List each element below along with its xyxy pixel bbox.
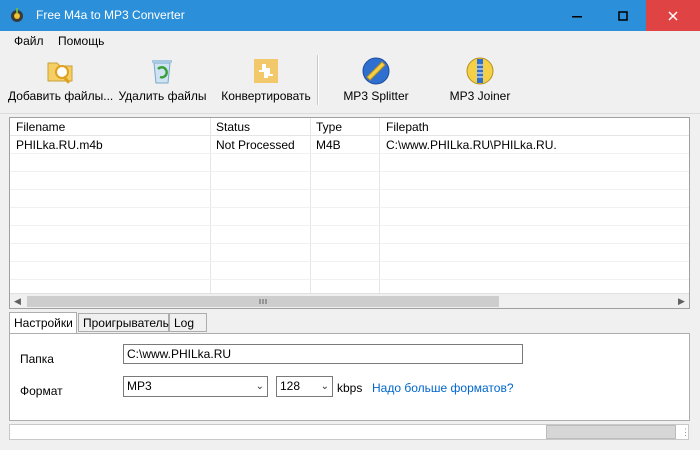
row-divider [10, 207, 689, 208]
more-formats-link[interactable]: Надо больше форматов? [372, 381, 514, 395]
header-status[interactable]: Status [216, 120, 250, 134]
row-divider [10, 279, 689, 280]
folder-input[interactable]: C:\www.PHILka.RU [123, 344, 523, 364]
title-bar: Free M4a to MP3 Converter [0, 0, 700, 31]
mp3-splitter-icon [362, 57, 390, 85]
row-divider [10, 225, 689, 226]
add-files-label: Добавить файлы... [8, 89, 114, 103]
window-title: Free M4a to MP3 Converter [36, 8, 185, 22]
toolbar-separator [317, 55, 319, 105]
format-label: Формат [20, 384, 63, 398]
folder-label: Папка [20, 352, 54, 366]
row-filename: PHILka.RU.m4b [16, 138, 103, 152]
chevron-down-icon: ⌄ [320, 381, 329, 392]
horizontal-scrollbar[interactable]: ◀ ▶ [10, 293, 689, 308]
row-divider [10, 153, 689, 154]
close-icon [668, 10, 678, 21]
mp3-joiner-button[interactable]: MP3 Joiner [440, 51, 520, 109]
progress-bar [546, 425, 676, 439]
convert-button[interactable]: Конвертировать [218, 51, 314, 109]
row-type: M4B [316, 138, 341, 152]
delete-files-icon [152, 60, 172, 84]
mp3-splitter-button[interactable]: MP3 Splitter [336, 51, 416, 109]
row-divider [10, 243, 689, 244]
menu-bar: Файл Помощь [0, 31, 700, 51]
file-list[interactable]: Filename Status Type Filepath PHILka.RU.… [9, 117, 690, 309]
format-value: MP3 [127, 379, 152, 393]
convert-label: Конвертировать [221, 89, 311, 103]
header-filepath[interactable]: Filepath [386, 120, 429, 134]
mp3-splitter-label: MP3 Splitter [343, 89, 409, 103]
row-divider [10, 189, 689, 190]
menu-help[interactable]: Помощь [58, 34, 104, 48]
menu-file[interactable]: Файл [14, 34, 44, 48]
row-divider [10, 261, 689, 262]
format-select[interactable]: MP3 ⌄ [123, 376, 268, 397]
maximize-icon [618, 10, 628, 21]
close-button[interactable] [646, 0, 700, 31]
tab-log[interactable]: Log [169, 313, 207, 332]
scroll-right-icon[interactable]: ▶ [674, 294, 689, 308]
scrollbar-thumb[interactable] [27, 296, 499, 307]
grip-icon [259, 299, 267, 304]
status-bar: ⋮ [0, 421, 700, 450]
mp3-joiner-label: MP3 Joiner [449, 89, 511, 103]
resize-grip-icon[interactable]: ⋮ [681, 427, 690, 438]
row-divider [10, 171, 689, 172]
bitrate-value: 128 [280, 379, 301, 393]
delete-files-label: Удалить файлы [118, 89, 207, 103]
app-icon [11, 8, 23, 22]
toolbar: Добавить файлы... Удалить файлы Конверти… [0, 51, 700, 114]
bitrate-select[interactable]: 128 ⌄ [276, 376, 333, 397]
row-filepath: C:\www.PHILka.RU\PHILka.RU. [386, 138, 557, 152]
convert-icon [254, 59, 278, 83]
minimize-icon [572, 15, 582, 17]
chevron-down-icon: ⌄ [255, 381, 264, 392]
minimize-button[interactable] [554, 0, 600, 31]
add-files-icon [47, 62, 73, 84]
bitrate-unit: kbps [337, 381, 363, 395]
tab-player[interactable]: Проигрыватель [78, 313, 169, 332]
table-header: Filename Status Type Filepath [10, 118, 689, 136]
mp3-joiner-icon [466, 57, 494, 85]
header-filename[interactable]: Filename [16, 120, 65, 134]
row-status: Not Processed [216, 138, 295, 152]
header-type[interactable]: Type [316, 120, 342, 134]
add-files-button[interactable]: Добавить файлы... [8, 51, 114, 109]
tab-settings[interactable]: Настройки [9, 312, 77, 333]
scroll-left-icon[interactable]: ◀ [10, 294, 25, 308]
delete-files-button[interactable]: Удалить файлы [115, 51, 210, 109]
maximize-button[interactable] [600, 0, 646, 31]
